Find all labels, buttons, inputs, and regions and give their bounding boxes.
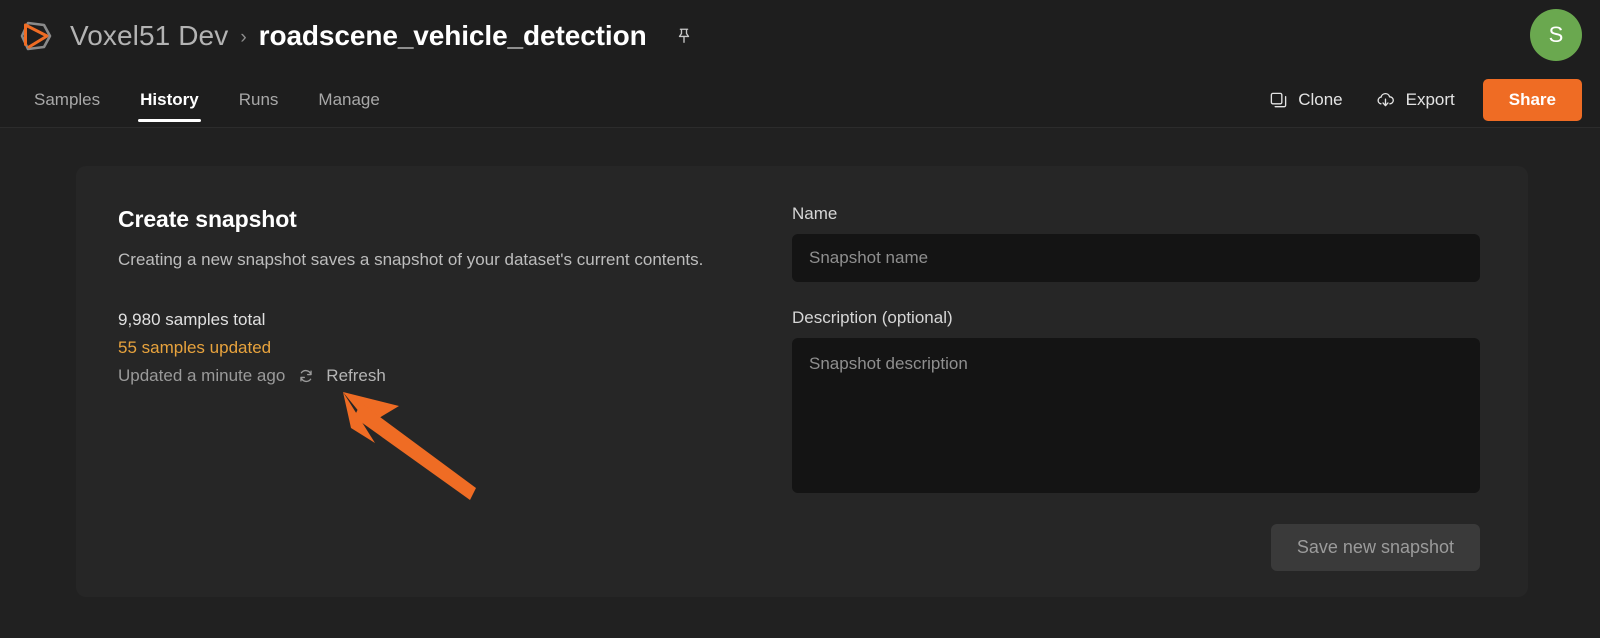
- avatar-initial: S: [1548, 22, 1564, 47]
- snapshot-info-column: Create snapshot Creating a new snapshot …: [76, 166, 752, 597]
- name-field-block: Name: [792, 204, 1480, 282]
- header-actions: Clone Export Share: [1255, 72, 1582, 128]
- pin-icon[interactable]: [671, 23, 697, 49]
- app-header: Voxel51 Dev › roadscene_vehicle_detectio…: [0, 0, 1600, 128]
- description-label: Description (optional): [792, 308, 953, 327]
- export-label: Export: [1405, 90, 1455, 109]
- refresh-icon: [297, 367, 315, 385]
- snapshot-form-column: Name Description (optional) Save new sna…: [752, 166, 1528, 597]
- tab-history-label: History: [140, 90, 199, 109]
- name-label: Name: [792, 204, 838, 223]
- tab-manage-label: Manage: [318, 90, 380, 109]
- breadcrumb: Voxel51 Dev › roadscene_vehicle_detectio…: [70, 20, 697, 52]
- tab-samples-label: Samples: [34, 90, 101, 109]
- page-title: roadscene_vehicle_detection: [258, 20, 647, 51]
- samples-updated: 55 samples updated: [118, 338, 272, 358]
- sample-stats: 9,980 samples total 55 samples updated U…: [118, 307, 752, 387]
- copy-icon: [1269, 91, 1288, 110]
- refresh-button[interactable]: Refresh: [297, 366, 386, 386]
- save-new-snapshot-button[interactable]: Save new snapshot: [1270, 524, 1480, 571]
- avatar[interactable]: S: [1530, 9, 1582, 61]
- tab-runs[interactable]: Runs: [219, 72, 299, 128]
- clone-button[interactable]: Clone: [1255, 82, 1356, 118]
- share-button[interactable]: Share: [1482, 79, 1582, 121]
- cloud-download-icon: [1375, 90, 1396, 111]
- create-snapshot-card: Create snapshot Creating a new snapshot …: [76, 166, 1528, 597]
- samples-total: 9,980 samples total: [118, 309, 266, 329]
- breadcrumb-org[interactable]: Voxel51 Dev: [70, 20, 228, 52]
- voxel51-logo-icon[interactable]: [14, 14, 58, 58]
- updated-timestamp: Updated a minute ago: [118, 366, 286, 386]
- section-description: Creating a new snapshot saves a snapshot…: [118, 250, 704, 269]
- title-bar: Voxel51 Dev › roadscene_vehicle_detectio…: [0, 0, 1600, 72]
- tab-history[interactable]: History: [120, 72, 219, 128]
- refresh-label: Refresh: [326, 366, 386, 386]
- breadcrumb-separator: ›: [240, 26, 247, 48]
- tab-samples[interactable]: Samples: [14, 72, 120, 128]
- tab-runs-label: Runs: [238, 90, 279, 109]
- snapshot-name-input[interactable]: [792, 234, 1480, 282]
- section-title: Create snapshot: [118, 206, 297, 232]
- snapshot-description-input[interactable]: [792, 338, 1480, 493]
- clone-label: Clone: [1298, 90, 1343, 109]
- tab-manage[interactable]: Manage: [298, 72, 399, 128]
- export-button[interactable]: Export: [1361, 82, 1469, 119]
- description-field-block: Description (optional): [792, 308, 1480, 498]
